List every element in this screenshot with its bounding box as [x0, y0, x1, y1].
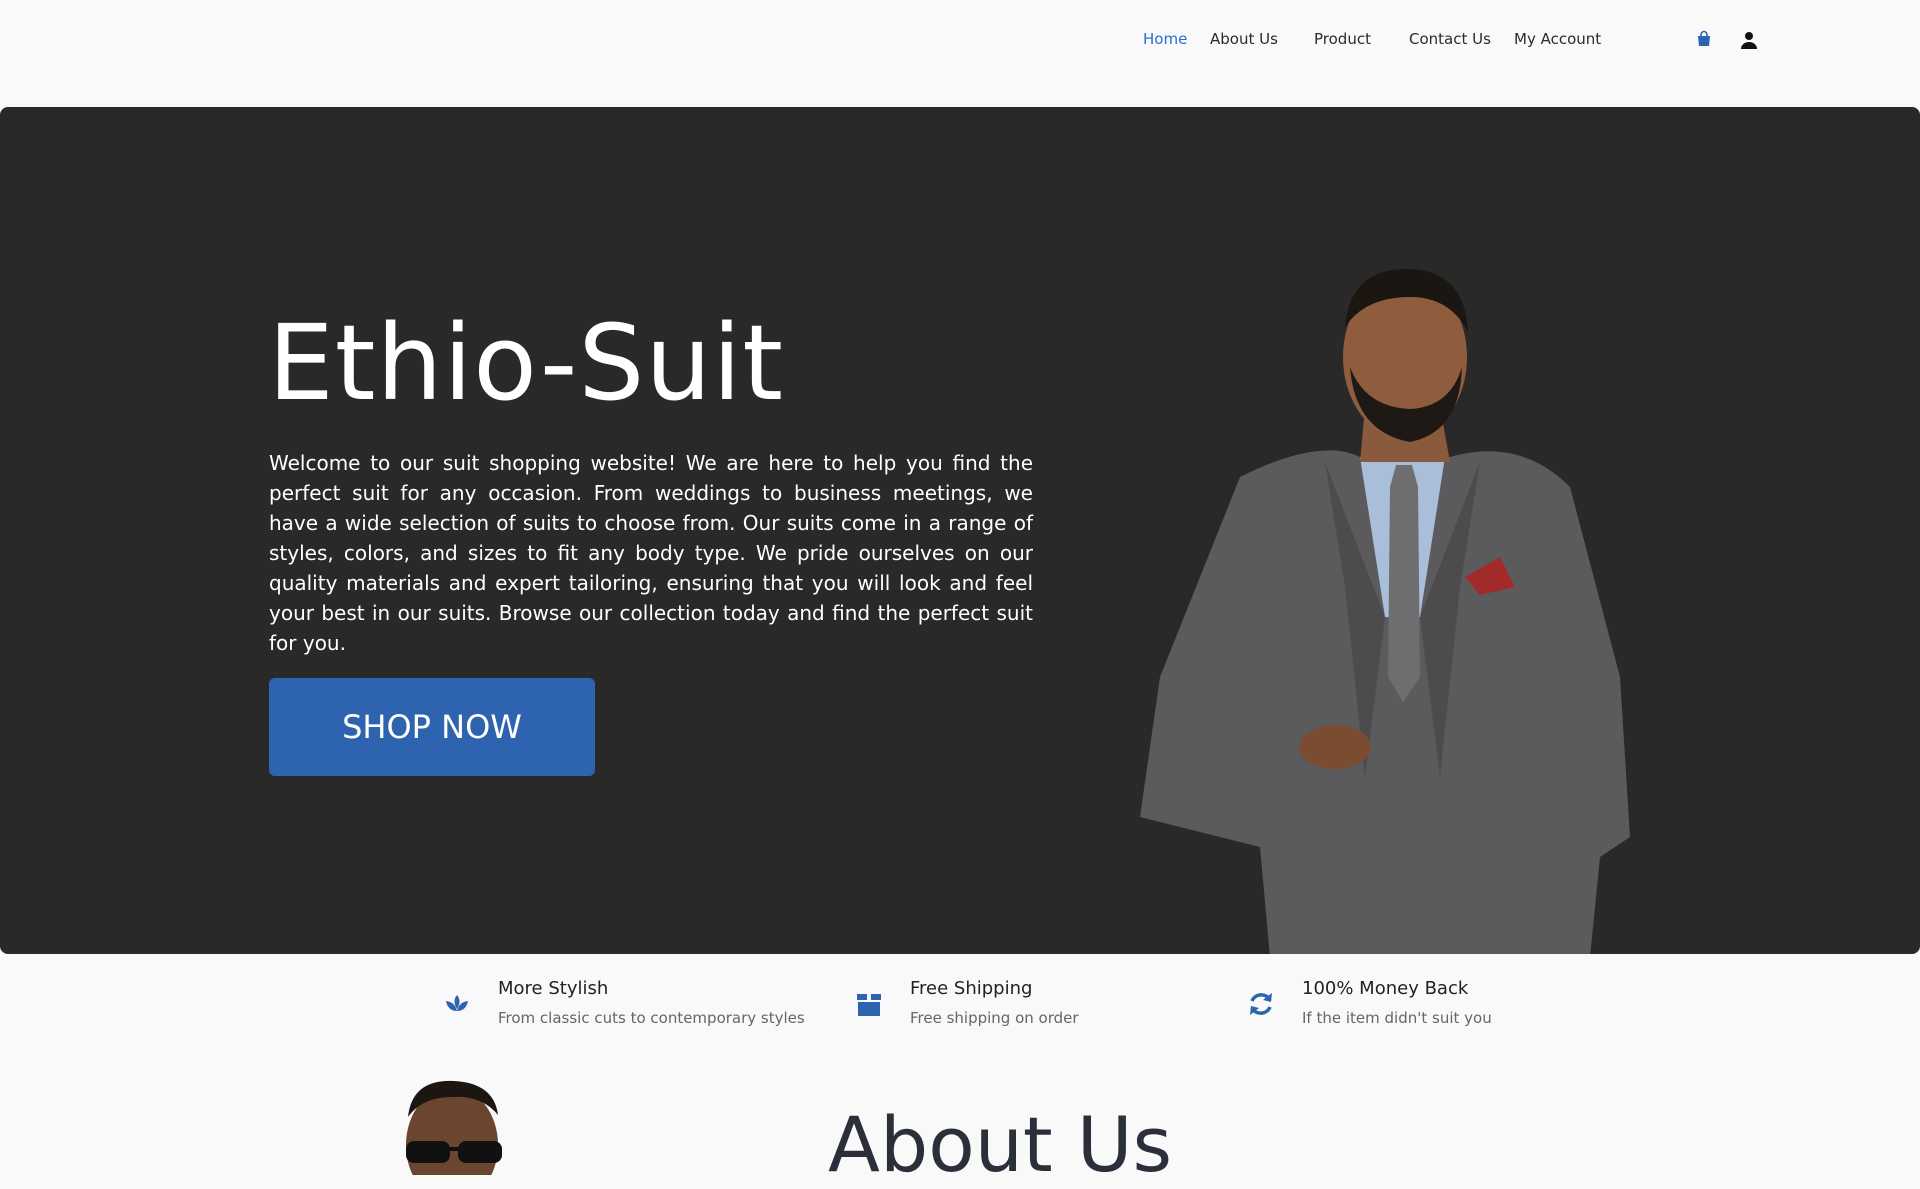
feature-title: 100% Money Back — [1302, 978, 1469, 999]
box-icon — [857, 994, 881, 1016]
nav-contact-us[interactable]: Contact Us — [1409, 30, 1491, 48]
refresh-icon — [1250, 993, 1272, 1015]
hero-title: Ethio-Suit — [268, 302, 784, 424]
about-model-image — [406, 1080, 502, 1175]
hero-description: Welcome to our suit shopping website! We… — [269, 451, 1033, 655]
hero-model-image — [1140, 268, 1630, 954]
nav-home[interactable]: Home — [1143, 30, 1187, 48]
top-nav: Home About Us Product Contact Us My Acco… — [0, 0, 1920, 107]
feature-subtitle: From classic cuts to contemporary styles — [498, 1009, 805, 1027]
feature-title: Free Shipping — [910, 978, 1033, 999]
nav-about-us[interactable]: About Us — [1210, 30, 1278, 48]
about-us-heading: About Us — [828, 1100, 1173, 1189]
shop-now-button[interactable]: SHOP NOW — [269, 678, 595, 776]
feature-title: More Stylish — [498, 978, 609, 999]
shopping-bag-icon[interactable] — [1695, 30, 1715, 50]
nav-product[interactable]: Product — [1314, 30, 1371, 48]
feature-subtitle: Free shipping on order — [910, 1009, 1079, 1027]
user-icon[interactable] — [1739, 30, 1759, 50]
nav-my-account[interactable]: My Account — [1514, 30, 1601, 48]
feature-subtitle: If the item didn't suit you — [1302, 1009, 1492, 1027]
lotus-icon — [446, 995, 468, 1011]
hero-banner: Ethio-Suit Welcome to our suit shopping … — [0, 107, 1920, 954]
